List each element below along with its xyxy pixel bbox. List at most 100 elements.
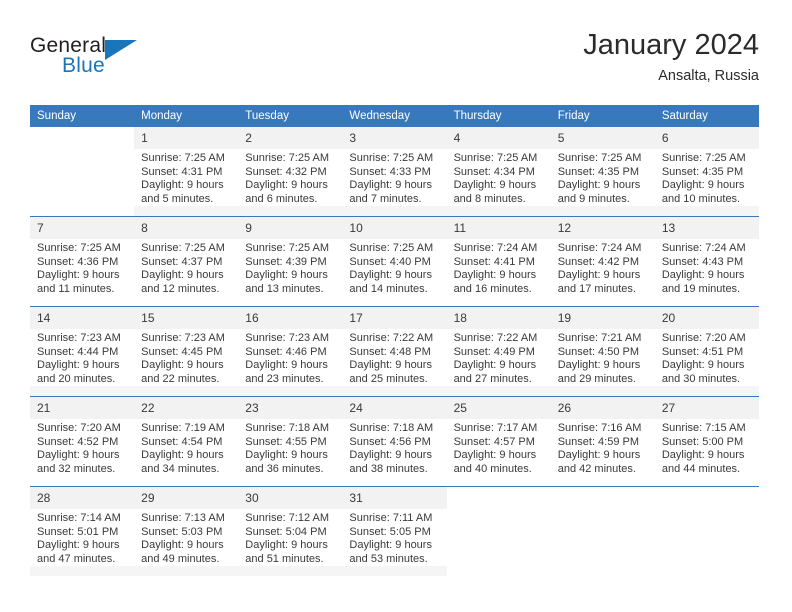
daylight-duration-line2: and 17 minutes. — [557, 282, 636, 295]
daylight-duration-line2: and 36 minutes. — [245, 462, 324, 475]
calendar-week-row: 21 Sunrise: 7:20 AM Sunset: 4:52 PM Dayligh… — [30, 396, 759, 487]
calendar-day-cell[interactable]: 19 Sunrise: 7:21 AM Sunset: 4:50 PM Dayligh… — [550, 306, 655, 397]
calendar-day-cell[interactable]: 5 Sunrise: 7:25 AM Sunset: 4:35 PM Daylight… — [550, 126, 655, 217]
day-number — [30, 127, 134, 149]
calendar-cell-inner: 16 Sunrise: 7:23 AM Sunset: 4:46 PM Dayligh… — [238, 307, 343, 396]
calendar-cell-inner — [551, 487, 655, 576]
day-details: Sunrise: 7:25 AM Sunset: 4:39 PM Daylight:… — [238, 239, 343, 297]
calendar-day-cell[interactable]: 31 Sunrise: 7:11 AM Sunset: 5:05 PM Dayligh… — [342, 486, 447, 576]
day-number: 26 — [550, 397, 655, 419]
sunset-time: Sunset: 4:57 PM — [453, 435, 535, 448]
sunset-time: Sunset: 5:05 PM — [349, 525, 431, 538]
calendar-day-cell[interactable]: 25 Sunrise: 7:17 AM Sunset: 4:57 PM Dayligh… — [446, 396, 551, 487]
daylight-duration-line2: and 47 minutes. — [37, 552, 116, 565]
calendar-day-cell[interactable]: 16 Sunrise: 7:23 AM Sunset: 4:46 PM Dayligh… — [238, 306, 343, 397]
calendar-day-cell[interactable]: 11 Sunrise: 7:24 AM Sunset: 4:41 PM Dayligh… — [446, 216, 551, 307]
day-details: Sunrise: 7:20 AM Sunset: 4:51 PM Daylight:… — [654, 329, 759, 387]
calendar-day-cell[interactable]: 18 Sunrise: 7:22 AM Sunset: 4:49 PM Dayligh… — [446, 306, 551, 397]
sunrise-time: Sunrise: 7:25 AM — [37, 242, 121, 254]
calendar-cell-inner: 21 Sunrise: 7:20 AM Sunset: 4:52 PM Dayligh… — [30, 397, 135, 486]
calendar-cell-inner: 18 Sunrise: 7:22 AM Sunset: 4:49 PM Dayligh… — [446, 307, 551, 396]
daylight-duration-line1: Daylight: 9 hours — [453, 359, 537, 372]
calendar-day-cell[interactable]: 7 Sunrise: 7:25 AM Sunset: 4:36 PM Daylight… — [30, 216, 135, 307]
sunrise-time: Sunrise: 7:11 AM — [349, 512, 433, 524]
calendar-day-cell[interactable]: 10 Sunrise: 7:25 AM Sunset: 4:40 PM Dayligh… — [342, 216, 447, 307]
calendar-cell-inner: 10 Sunrise: 7:25 AM Sunset: 4:40 PM Dayligh… — [342, 217, 447, 306]
calendar-day-cell[interactable]: 26 Sunrise: 7:16 AM Sunset: 4:59 PM Dayligh… — [550, 396, 655, 487]
calendar-body: 1 Sunrise: 7:25 AM Sunset: 4:31 PM Daylight… — [30, 126, 759, 576]
daylight-duration-line1: Daylight: 9 hours — [141, 449, 224, 462]
daylight-duration-line1: Daylight: 9 hours — [349, 179, 432, 192]
calendar-cell-inner: 4 Sunrise: 7:25 AM Sunset: 4:34 PM Daylight… — [446, 127, 551, 216]
day-number: 12 — [550, 217, 655, 239]
calendar-cell-inner: 31 Sunrise: 7:11 AM Sunset: 5:05 PM Dayligh… — [342, 487, 447, 576]
calendar-day-cell[interactable]: 3 Sunrise: 7:25 AM Sunset: 4:33 PM Daylight… — [342, 126, 447, 217]
calendar-day-cell[interactable]: 13 Sunrise: 7:24 AM Sunset: 4:43 PM Dayligh… — [654, 216, 759, 307]
sunrise-time: Sunrise: 7:23 AM — [37, 332, 121, 344]
sunset-time: Sunset: 4:49 PM — [453, 345, 535, 358]
sunrise-time: Sunrise: 7:18 AM — [245, 422, 330, 434]
calendar-week-row: 28 Sunrise: 7:14 AM Sunset: 5:01 PM Dayligh… — [30, 486, 759, 576]
sunset-time: Sunset: 4:36 PM — [37, 255, 119, 268]
calendar-day-cell[interactable]: 29 Sunrise: 7:13 AM Sunset: 5:03 PM Dayligh… — [134, 486, 239, 576]
calendar-day-cell[interactable]: 9 Sunrise: 7:25 AM Sunset: 4:39 PM Daylight… — [238, 216, 343, 307]
daylight-duration-line2: and 42 minutes. — [557, 462, 636, 475]
daylight-duration-line1: Daylight: 9 hours — [557, 359, 641, 372]
day-details — [551, 509, 655, 512]
sunset-time: Sunset: 4:40 PM — [349, 255, 431, 268]
calendar-day-cell[interactable]: 27 Sunrise: 7:15 AM Sunset: 5:00 PM Dayligh… — [654, 396, 759, 487]
calendar-day-cell[interactable]: 2 Sunrise: 7:25 AM Sunset: 4:32 PM Daylight… — [238, 126, 343, 217]
daylight-duration-line1: Daylight: 9 hours — [245, 269, 328, 282]
calendar-cell-inner: 30 Sunrise: 7:12 AM Sunset: 5:04 PM Dayligh… — [238, 487, 343, 576]
calendar-cell-inner — [30, 127, 134, 216]
calendar-day-cell[interactable]: 23 Sunrise: 7:18 AM Sunset: 4:55 PM Dayligh… — [238, 396, 343, 487]
day-details: Sunrise: 7:23 AM Sunset: 4:44 PM Daylight:… — [30, 329, 135, 387]
day-number: 19 — [550, 307, 655, 329]
daylight-duration-line1: Daylight: 9 hours — [661, 359, 745, 372]
calendar-cell-inner: 23 Sunrise: 7:18 AM Sunset: 4:55 PM Dayligh… — [238, 397, 343, 486]
day-details: Sunrise: 7:19 AM Sunset: 4:54 PM Daylight:… — [134, 419, 239, 477]
calendar-cell-inner: 13 Sunrise: 7:24 AM Sunset: 4:43 PM Dayligh… — [654, 217, 759, 306]
day-details: Sunrise: 7:22 AM Sunset: 4:49 PM Daylight:… — [446, 329, 551, 387]
calendar-day-cell[interactable]: 17 Sunrise: 7:22 AM Sunset: 4:48 PM Dayligh… — [342, 306, 447, 397]
calendar-day-cell[interactable]: 14 Sunrise: 7:23 AM Sunset: 4:44 PM Dayligh… — [30, 306, 135, 397]
calendar-cell-inner: 1 Sunrise: 7:25 AM Sunset: 4:31 PM Daylight… — [134, 127, 239, 216]
title-block: January 2024 Ansalta, Russia — [583, 28, 759, 86]
calendar-day-cell[interactable]: 12 Sunrise: 7:24 AM Sunset: 4:42 PM Dayligh… — [550, 216, 655, 307]
brand-logo[interactable]: General Blue — [30, 34, 180, 94]
daylight-duration-line2: and 9 minutes. — [557, 192, 630, 205]
day-details: Sunrise: 7:23 AM Sunset: 4:45 PM Daylight:… — [134, 329, 239, 387]
calendar-day-cell[interactable]: 4 Sunrise: 7:25 AM Sunset: 4:34 PM Daylight… — [446, 126, 551, 217]
calendar-day-cell[interactable]: 22 Sunrise: 7:19 AM Sunset: 4:54 PM Dayligh… — [134, 396, 239, 487]
calendar-cell-inner: 14 Sunrise: 7:23 AM Sunset: 4:44 PM Dayligh… — [30, 307, 135, 396]
sunrise-time: Sunrise: 7:24 AM — [661, 242, 746, 254]
calendar-cell-inner — [447, 487, 551, 576]
day-details: Sunrise: 7:11 AM Sunset: 5:05 PM Daylight:… — [342, 509, 447, 567]
calendar-day-cell[interactable]: 20 Sunrise: 7:20 AM Sunset: 4:51 PM Dayligh… — [654, 306, 759, 397]
calendar-day-cell[interactable]: 6 Sunrise: 7:25 AM Sunset: 4:35 PM Daylight… — [654, 126, 759, 217]
day-details: Sunrise: 7:25 AM Sunset: 4:35 PM Daylight:… — [550, 149, 655, 207]
calendar-day-cell[interactable]: 28 Sunrise: 7:14 AM Sunset: 5:01 PM Dayligh… — [30, 486, 135, 576]
sunrise-time: Sunrise: 7:25 AM — [453, 152, 538, 164]
day-details: Sunrise: 7:14 AM Sunset: 5:01 PM Daylight:… — [30, 509, 135, 567]
calendar-day-cell[interactable]: 15 Sunrise: 7:23 AM Sunset: 4:45 PM Dayligh… — [134, 306, 239, 397]
calendar-cell-inner: 15 Sunrise: 7:23 AM Sunset: 4:45 PM Dayligh… — [134, 307, 239, 396]
calendar-day-cell[interactable]: 24 Sunrise: 7:18 AM Sunset: 4:56 PM Dayligh… — [342, 396, 447, 487]
sunset-time: Sunset: 4:39 PM — [245, 255, 327, 268]
sunrise-time: Sunrise: 7:25 AM — [557, 152, 642, 164]
day-number: 15 — [134, 307, 239, 329]
calendar-cell-inner: 12 Sunrise: 7:24 AM Sunset: 4:42 PM Dayligh… — [550, 217, 655, 306]
daylight-duration-line2: and 27 minutes. — [453, 372, 532, 385]
day-details: Sunrise: 7:18 AM Sunset: 4:55 PM Daylight:… — [238, 419, 343, 477]
calendar-cell-inner: 29 Sunrise: 7:13 AM Sunset: 5:03 PM Dayligh… — [134, 487, 239, 576]
calendar-day-cell[interactable]: 1 Sunrise: 7:25 AM Sunset: 4:31 PM Daylight… — [134, 126, 239, 217]
calendar-day-cell[interactable]: 30 Sunrise: 7:12 AM Sunset: 5:04 PM Dayligh… — [238, 486, 343, 576]
calendar-cell-inner: 17 Sunrise: 7:22 AM Sunset: 4:48 PM Dayligh… — [342, 307, 447, 396]
sunset-time: Sunset: 4:42 PM — [557, 255, 640, 268]
calendar-day-cell[interactable]: 21 Sunrise: 7:20 AM Sunset: 4:52 PM Dayligh… — [30, 396, 135, 487]
daylight-duration-line1: Daylight: 9 hours — [349, 539, 432, 552]
daylight-duration-line1: Daylight: 9 hours — [349, 449, 432, 462]
calendar-day-cell[interactable]: 8 Sunrise: 7:25 AM Sunset: 4:37 PM Daylight… — [134, 216, 239, 307]
calendar-week-row: 7 Sunrise: 7:25 AM Sunset: 4:36 PM Daylight… — [30, 216, 759, 307]
daylight-duration-line1: Daylight: 9 hours — [453, 269, 537, 282]
